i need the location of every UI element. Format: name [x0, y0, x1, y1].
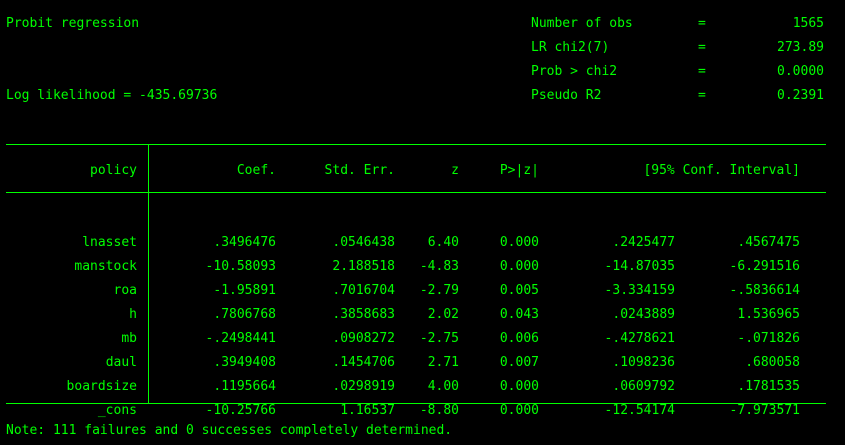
cell-p: 0.007 — [499, 354, 539, 370]
cell-hi: .680058 — [745, 354, 800, 370]
cell-hi: .1781535 — [737, 378, 800, 394]
cell-z: 6.40 — [427, 234, 459, 250]
coefficient-table: policy Coef. Std. Err. z P>|z| [95% Conf… — [6, 158, 800, 422]
cell-p: 0.000 — [499, 402, 539, 418]
col-header-ci: [95% Conf. Interval] — [643, 162, 800, 178]
cell-lo: -.4278621 — [604, 330, 675, 346]
cell-hi: -.071826 — [737, 330, 800, 346]
table-row: _cons -10.25766 1.16537 -8.80 0.000 -12.54174… — [6, 398, 800, 422]
cell-coef: -1.95891 — [213, 282, 276, 298]
cell-coef: .1195664 — [213, 378, 276, 394]
table-row: boardsize .1195664 .0298919 4.00 0.000 .06097… — [6, 374, 800, 398]
stat-value-nobs: 1565 — [792, 16, 824, 31]
cell-z: -4.83 — [419, 258, 459, 274]
table-row: lnasset .3496476 .0546438 6.40 0.000 .2425477… — [6, 230, 800, 254]
col-header-depvar: policy — [90, 162, 137, 178]
col-header-coef: Coef. — [236, 162, 276, 178]
cell-lo: -12.54174 — [604, 402, 675, 418]
cell-var: roa — [113, 282, 137, 298]
footnote: Note: 111 failures and 0 successes compl… — [6, 423, 453, 438]
cell-se: .0908272 — [332, 330, 395, 346]
cell-hi: -.5836614 — [729, 282, 800, 298]
cell-hi: -6.291516 — [729, 258, 800, 274]
col-header-z: z — [451, 162, 459, 178]
table-row: manstock -10.58093 2.188518 -4.83 0.000 -14.8… — [6, 254, 800, 278]
cell-var: h — [129, 306, 137, 322]
cell-z: -8.80 — [419, 402, 459, 418]
table-body: lnasset .3496476 .0546438 6.40 0.000 .2425477… — [6, 230, 800, 422]
cell-coef: -10.25766 — [205, 402, 276, 418]
cell-var: mb — [121, 330, 137, 346]
cell-var: _cons — [97, 402, 137, 418]
cell-lo: .1098236 — [612, 354, 675, 370]
stat-label-pseudo-r2: Pseudo R2 — [531, 88, 602, 103]
table-top-rule — [6, 144, 826, 145]
stat-value-pseudo-r2: 0.2391 — [777, 88, 824, 103]
cell-hi: .4567475 — [737, 234, 800, 250]
cell-p: 0.000 — [499, 234, 539, 250]
cell-p: 0.000 — [499, 258, 539, 274]
table-row: daul .3949408 .1454706 2.71 0.007 .1098236 .68… — [6, 350, 800, 374]
cell-coef: .3496476 — [213, 234, 276, 250]
cell-var: daul — [105, 354, 137, 370]
cell-z: -2.75 — [419, 330, 459, 346]
cell-se: .7016704 — [332, 282, 395, 298]
cell-lo: -14.87035 — [604, 258, 675, 274]
cell-var: lnasset — [82, 234, 137, 250]
stat-label-nobs: Number of obs — [531, 16, 633, 31]
cell-se: .0546438 — [332, 234, 395, 250]
cell-se: .3858683 — [332, 306, 395, 322]
cell-p: 0.000 — [499, 378, 539, 394]
cell-p: 0.005 — [499, 282, 539, 298]
cell-coef: -10.58093 — [205, 258, 276, 274]
cell-z: -2.79 — [419, 282, 459, 298]
col-header-se: Std. Err. — [324, 162, 395, 178]
cell-se: .1454706 — [332, 354, 395, 370]
stat-value-prob-chi2: 0.0000 — [777, 64, 824, 79]
cell-coef: -.2498441 — [205, 330, 276, 346]
cell-p: 0.043 — [499, 306, 539, 322]
cell-se: 2.188518 — [332, 258, 395, 274]
cell-lo: .0609792 — [612, 378, 675, 394]
cell-lo: -3.334159 — [604, 282, 675, 298]
cell-coef: .7806768 — [213, 306, 276, 322]
cell-p: 0.006 — [499, 330, 539, 346]
stat-label-prob-chi2: Prob > chi2 — [531, 64, 618, 79]
table-row: mb -.2498441 .0908272 -2.75 0.006 -.4278621 -.… — [6, 326, 800, 350]
cell-se: 1.16537 — [340, 402, 395, 418]
cell-z: 2.02 — [427, 306, 459, 322]
cell-coef: .3949408 — [213, 354, 276, 370]
cell-z: 2.71 — [427, 354, 459, 370]
stat-label-lr-chi2: LR chi2(7) — [531, 40, 610, 55]
model-title: Probit regression — [6, 16, 140, 31]
log-likelihood: Log likelihood = -435.69736 — [6, 88, 218, 103]
stat-value-lr-chi2: 273.89 — [777, 40, 824, 55]
cell-lo: .0243889 — [612, 306, 675, 322]
cell-lo: .2425477 — [612, 234, 675, 250]
cell-hi: -7.973571 — [729, 402, 800, 418]
cell-hi: 1.536965 — [737, 306, 800, 322]
col-header-p: P>|z| — [499, 162, 539, 178]
stata-results-window: Probit regression Log likelihood = -435.… — [0, 0, 845, 445]
cell-var: manstock — [74, 258, 137, 274]
table-row: roa -1.95891 .7016704 -2.79 0.005 -3.334159 -.… — [6, 278, 800, 302]
table-row: h .7806768 .3858683 2.02 0.043 .0243889 1.5369… — [6, 302, 800, 326]
table-header-row: policy Coef. Std. Err. z P>|z| [95% Conf… — [6, 158, 800, 182]
cell-var: boardsize — [66, 378, 137, 394]
cell-se: .0298919 — [332, 378, 395, 394]
cell-z: 4.00 — [427, 378, 459, 394]
